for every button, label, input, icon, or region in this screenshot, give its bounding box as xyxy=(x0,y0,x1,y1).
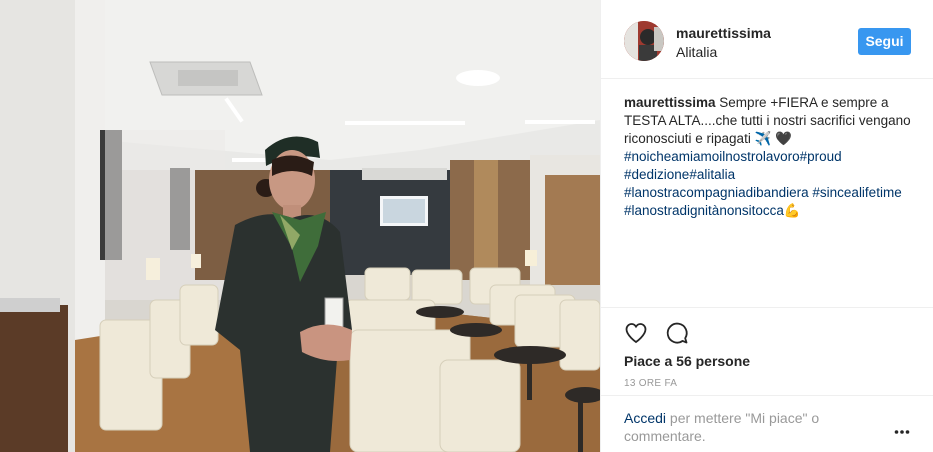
caption-hashtag[interactable]: #proud xyxy=(800,149,842,164)
follow-button[interactable]: Segui xyxy=(858,28,911,55)
instagram-post: maurettissima Alitalia Segui maurettissi… xyxy=(0,0,933,452)
photo-image xyxy=(0,0,600,452)
post-photo[interactable] xyxy=(0,0,600,452)
post-header: maurettissima Alitalia Segui xyxy=(601,0,933,79)
caption-segment: 🖤 xyxy=(775,131,792,146)
speech-bubble-icon[interactable] xyxy=(665,321,689,345)
post-actions: Piace a 56 persone 13 ORE FA xyxy=(601,307,933,409)
caption-hashtag[interactable]: #dedizione xyxy=(624,167,689,182)
caption-username[interactable]: maurettissima xyxy=(624,95,716,110)
heart-outline-icon[interactable] xyxy=(624,321,648,345)
caption-segment: 💪 xyxy=(783,203,801,218)
login-prompt: Accedi per mettere "Mi piace" o commenta… xyxy=(624,409,844,445)
caption-hashtag[interactable]: #sincealifetime xyxy=(812,185,901,200)
caption-text: Sempre +FIERA e sempre a TESTA ALTA....c… xyxy=(624,95,911,218)
avatar[interactable] xyxy=(624,21,664,61)
login-link[interactable]: Accedi xyxy=(624,410,666,426)
more-options-icon[interactable] xyxy=(894,422,910,434)
post-footer: Accedi per mettere "Mi piace" o commenta… xyxy=(601,395,933,452)
header-location[interactable]: Alitalia xyxy=(676,44,717,60)
avatar-image xyxy=(624,21,664,61)
caption-hashtag[interactable]: #lanostradignitànonsitocca xyxy=(624,203,784,218)
post-caption: maurettissima Sempre +FIERA e sempre a T… xyxy=(624,94,914,220)
caption-hashtag[interactable]: #lanostracompagniadibandiera xyxy=(624,185,809,200)
caption-hashtag[interactable]: #alitalia xyxy=(689,167,735,182)
header-username[interactable]: maurettissima xyxy=(676,25,771,41)
post-side-panel: maurettissima Alitalia Segui maurettissi… xyxy=(600,0,933,452)
caption-hashtag[interactable]: #noicheamiamoilnostrolavoro xyxy=(624,149,800,164)
likes-count[interactable]: Piace a 56 persone xyxy=(624,353,750,369)
post-timestamp[interactable]: 13 ORE FA xyxy=(624,378,677,389)
